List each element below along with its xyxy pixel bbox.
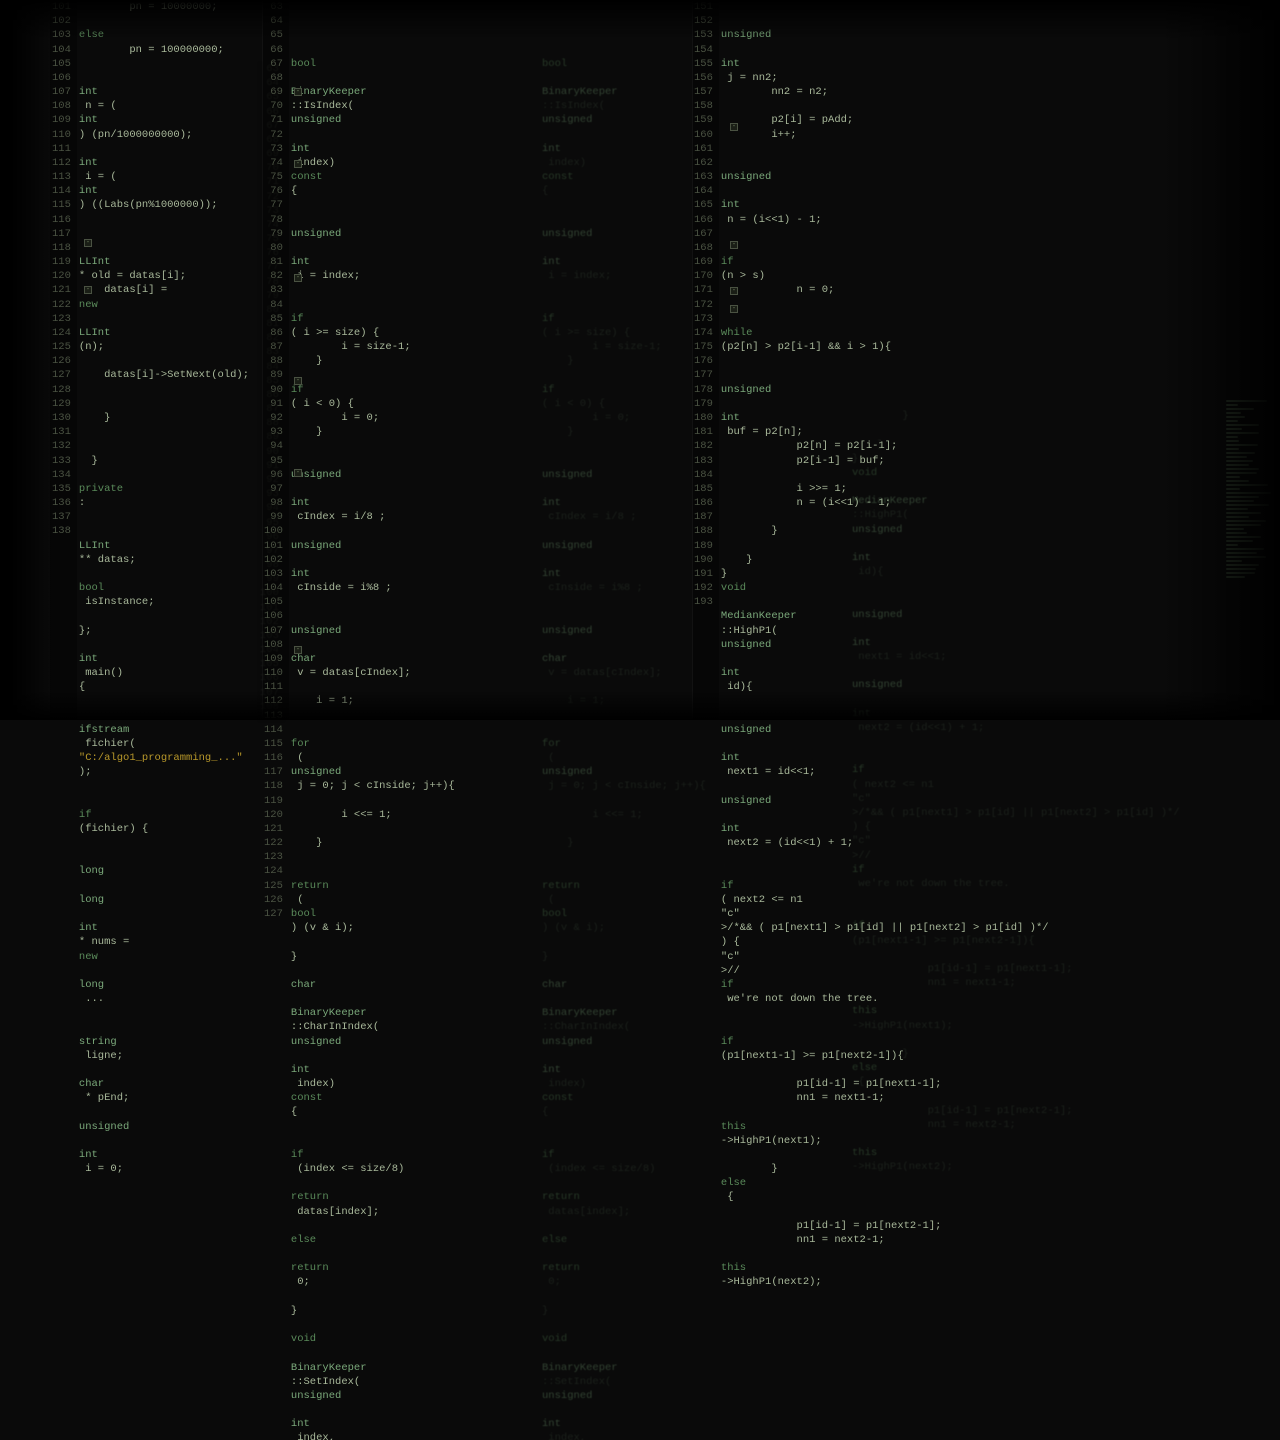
fold-widget[interactable]: - (730, 287, 738, 295)
code-area[interactable]: unsigned int j = nn2; nn2 = n2; p2[i] = … (719, 0, 1049, 720)
fold-widget[interactable]: - (730, 241, 738, 249)
editor-pane-right[interactable]: 1511521531541551561571581591601611621631… (692, 0, 1162, 720)
line-gutter: 1511521531541551561571581591601611621631… (692, 0, 719, 720)
fold-widget[interactable]: - (294, 88, 302, 96)
fold-widget[interactable]: - (730, 305, 738, 313)
vignette (0, 0, 55, 720)
fold-widget[interactable]: - (294, 646, 302, 654)
fold-widget[interactable]: - (294, 160, 302, 168)
vignette (1160, 0, 1280, 720)
editor-pane-center[interactable]: 6364656667686970717273747576777879808182… (262, 0, 692, 720)
minimap[interactable] (1226, 400, 1274, 578)
editor-pane-left[interactable]: 1011021031041051061071081091101111121131… (50, 0, 270, 720)
line-gutter: 1011021031041051061071081091101111121131… (50, 0, 77, 720)
fold-widget[interactable]: - (730, 123, 738, 131)
code-area[interactable]: pn = 10000000; else pn = 100000000; int … (77, 0, 249, 720)
fold-widget[interactable]: - (294, 377, 302, 385)
fold-widget[interactable]: - (294, 469, 302, 477)
code-area[interactable]: bool BinaryKeeper::IsIndex(unsigned int … (289, 0, 486, 720)
fold-widget[interactable]: - (84, 239, 92, 247)
fold-widget[interactable]: - (294, 274, 302, 282)
fold-widget[interactable]: - (84, 286, 92, 294)
line-gutter: 6364656667686970717273747576777879808182… (262, 0, 289, 720)
